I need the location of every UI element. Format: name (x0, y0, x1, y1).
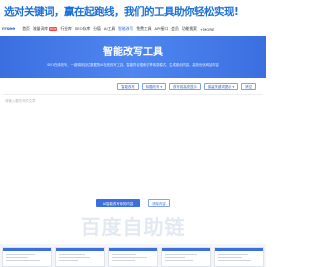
nav-item-rewrite[interactable]: 智能改写 (118, 26, 133, 32)
main-nav: rrsee 首页 流量词库 HOT 行业库 SEO存库 分值 AI工具 智能改写 … (0, 24, 266, 34)
nav-item-label: 行业库 (60, 26, 72, 31)
nav-item-score[interactable]: 分值 (93, 26, 101, 32)
button-label: 清空 (245, 85, 252, 89)
page-title: 智能改写工具 (103, 47, 163, 58)
editor-toolbar: 智能改写 标题改写 ▾ 改写前高亮显示 保留关键词提示 ▾ 清空 (117, 83, 256, 90)
article-input[interactable]: 请输入要改写的文章 (3, 94, 263, 194)
clear-content-button[interactable]: 清除内容 (148, 199, 170, 207)
site-logo[interactable]: rrsee (2, 27, 15, 32)
nav-item-label: 智能改写 (118, 26, 134, 31)
smart-rewrite-button[interactable]: 智能改写 (117, 83, 139, 90)
nav-item-ai-tools[interactable]: AI工具 (104, 26, 115, 32)
keep-keywords-dropdown[interactable]: 保留关键词提示 ▾ (203, 83, 239, 90)
thumbnail-card[interactable] (55, 247, 105, 267)
nav-item-label: API接口 (154, 26, 169, 31)
nav-item-api[interactable]: API接口 (155, 26, 169, 32)
nav-item-label: 首页 (22, 26, 30, 31)
nav-item-search[interactable]: 功能搜索 (182, 26, 197, 32)
nav-item-free-tools[interactable]: 免费工具 (136, 26, 151, 32)
button-label: 改写前高亮显示 (173, 85, 197, 89)
nav-item-label: +MORE (199, 26, 215, 32)
hero-banner: 智能改写工具 SEO在线改写，一键调用百亿数据的AI在线改写工具，智能符合搜索引… (0, 36, 266, 78)
watermark: 百度自助链 (80, 215, 186, 239)
nav-item-industry[interactable]: 行业库 (60, 26, 71, 32)
nav-item-label: 流量词库 (32, 26, 49, 31)
nav-item-home[interactable]: 首页 (22, 26, 30, 32)
nav-item-keywords[interactable]: 流量词库 HOT (33, 26, 58, 32)
banner-slogan: 选对关键词，赢在起跑线，我们的工具助你轻松实现! (4, 5, 239, 18)
nav-item-label: 功能搜索 (181, 26, 197, 31)
nav-item-label: SEO存库 (74, 26, 91, 31)
clear-toolbar-button[interactable]: 清空 (241, 83, 256, 90)
page: 选对关键词，赢在起跑线，我们的工具助你轻松实现! rrsee 首页 流量词库 HO… (0, 0, 266, 267)
top-banner[interactable]: 选对关键词，赢在起跑线，我们的工具助你轻松实现! (0, 0, 266, 22)
chevron-down-icon: ▾ (232, 84, 235, 89)
nav-item-seo[interactable]: SEO存库 (75, 26, 90, 32)
action-buttons: AI智能改写你的内容 清除内容 (0, 199, 266, 207)
nav-item-more[interactable]: +MORE (200, 27, 214, 32)
title-rewrite-dropdown[interactable]: 标题改写 ▾ (141, 83, 167, 90)
button-label: 保留关键词提示 (207, 85, 232, 89)
nav-item-member[interactable]: 会员 (171, 26, 179, 32)
article-input-placeholder: 请输入要改写的文章 (5, 99, 36, 103)
button-label: 智能改写 (121, 85, 135, 89)
thumbnail-card[interactable] (214, 247, 264, 267)
nav-item-label: 会员 (171, 26, 179, 31)
thumbnail-card[interactable] (2, 247, 52, 267)
button-label: 标题改写 (145, 85, 160, 89)
page-description: SEO在线改写，一键调用百亿数据的AI在线改写工具，智能符合搜索引擎收录模式，生… (47, 63, 219, 67)
thumbnail-strip (0, 244, 266, 267)
ai-rewrite-button[interactable]: AI智能改写你的内容 (96, 199, 140, 207)
hot-badge: HOT (49, 27, 58, 31)
thumbnail-card[interactable] (161, 247, 211, 267)
highlight-toggle-button[interactable]: 改写前高亮显示 (169, 83, 201, 90)
nav-item-label: AI工具 (103, 26, 116, 31)
nav-item-label: 分值 (93, 26, 101, 31)
chevron-down-icon: ▾ (160, 84, 163, 89)
thumbnail-card[interactable] (108, 247, 158, 267)
nav-item-label: 免费工具 (136, 26, 152, 31)
